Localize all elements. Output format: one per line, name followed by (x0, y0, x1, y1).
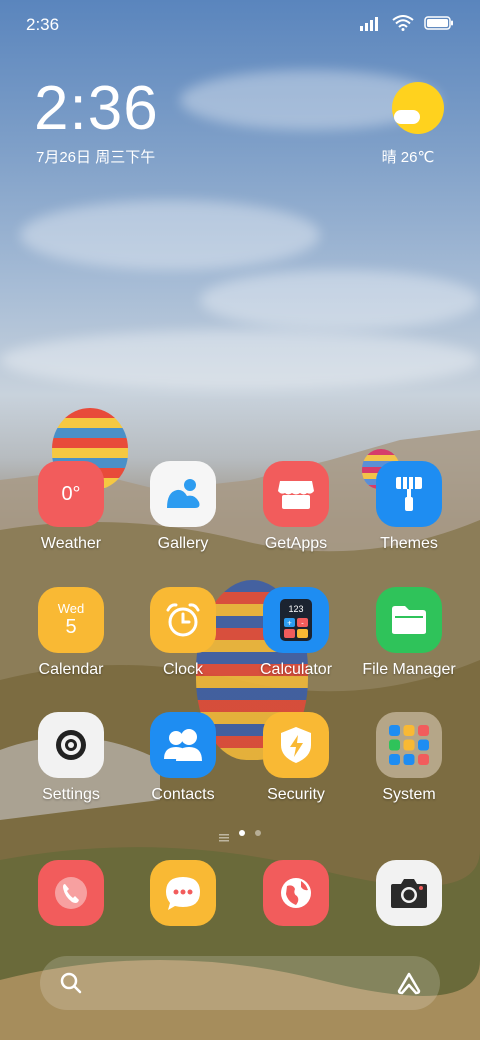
app-security[interactable]: Security (241, 712, 351, 804)
contacts-icon (150, 712, 216, 778)
battery-icon (424, 16, 454, 35)
app-getapps[interactable]: GetApps (241, 461, 351, 553)
app-label: Gallery (157, 535, 209, 552)
app-label: Calendar (38, 661, 104, 678)
signal-icon (360, 15, 382, 36)
app-label: Themes (380, 535, 438, 552)
app-label: System (382, 786, 436, 803)
store-icon (263, 461, 329, 527)
cloud-icon (394, 110, 420, 124)
app-clock[interactable]: Clock (128, 587, 238, 679)
calculator-icon: 123 + - (263, 587, 329, 653)
app-label: Clock (162, 661, 203, 678)
svg-text:-: - (301, 619, 304, 628)
clock-widget-date[interactable]: 7月26日 周三下午 (36, 146, 155, 167)
assistant-icon[interactable] (396, 971, 422, 1000)
app-label: GetApps (264, 535, 328, 552)
folder-icon (376, 587, 442, 653)
list-icon (219, 829, 229, 842)
globe-icon (263, 860, 329, 926)
dock-browser[interactable] (241, 860, 351, 926)
calendar-date: 5 (65, 615, 77, 638)
app-label: Security (267, 786, 325, 803)
status-bar: 2:36 (0, 0, 480, 50)
wifi-icon (392, 15, 414, 36)
app-weather[interactable]: 0° Weather (16, 461, 126, 553)
app-label: Contacts (151, 786, 215, 803)
calendar-icon: Wed 5 (38, 587, 104, 653)
clock-widget-time[interactable]: 2:36 (34, 78, 159, 140)
app-gallery[interactable]: Gallery (128, 461, 238, 553)
app-calendar[interactable]: Wed 5 Calendar (16, 587, 126, 679)
shield-icon (263, 712, 329, 778)
message-bubble-icon (150, 860, 216, 926)
weather-widget-text: 晴 26℃ (381, 149, 435, 166)
weather-app-icon: 0° (38, 461, 104, 527)
dock-phone[interactable] (16, 860, 126, 926)
cloud (0, 330, 480, 390)
calculator-display: 123 (288, 604, 303, 614)
weather-temp-text: 0° (61, 482, 81, 505)
alarm-clock-icon (150, 587, 216, 653)
app-label: File Manager (362, 661, 456, 678)
app-label: Calculator (259, 661, 333, 678)
gallery-icon (150, 461, 216, 527)
page-dot[interactable] (255, 830, 261, 836)
cloud (20, 200, 320, 270)
phone-icon (38, 860, 104, 926)
search-icon[interactable] (60, 972, 82, 999)
calendar-day: Wed (57, 600, 85, 616)
dock-camera[interactable] (354, 860, 464, 926)
app-folder-system[interactable]: System (354, 712, 464, 804)
paint-roller-icon (376, 461, 442, 527)
app-themes[interactable]: Themes (354, 461, 464, 553)
app-file-manager[interactable]: File Manager (354, 587, 464, 679)
svg-text:+: + (287, 619, 292, 628)
camera-icon (376, 860, 442, 926)
folder-grid-icon (376, 712, 442, 778)
status-time: 2:36 (26, 15, 60, 34)
app-label: Weather (40, 535, 102, 552)
app-settings[interactable]: Settings (16, 712, 126, 804)
status-icons (360, 15, 454, 36)
app-calculator[interactable]: 123 + - Calculator (241, 587, 351, 679)
settings-gear-icon (38, 712, 104, 778)
cloud (200, 270, 480, 330)
sunny-cloud-icon (392, 82, 444, 134)
app-contacts[interactable]: Contacts (128, 712, 238, 804)
app-label: Settings (42, 786, 100, 803)
search-bar[interactable] (40, 956, 440, 1010)
page-indicator[interactable] (0, 829, 480, 842)
dock-messages[interactable] (128, 860, 238, 926)
page-dot-active[interactable] (239, 830, 245, 836)
